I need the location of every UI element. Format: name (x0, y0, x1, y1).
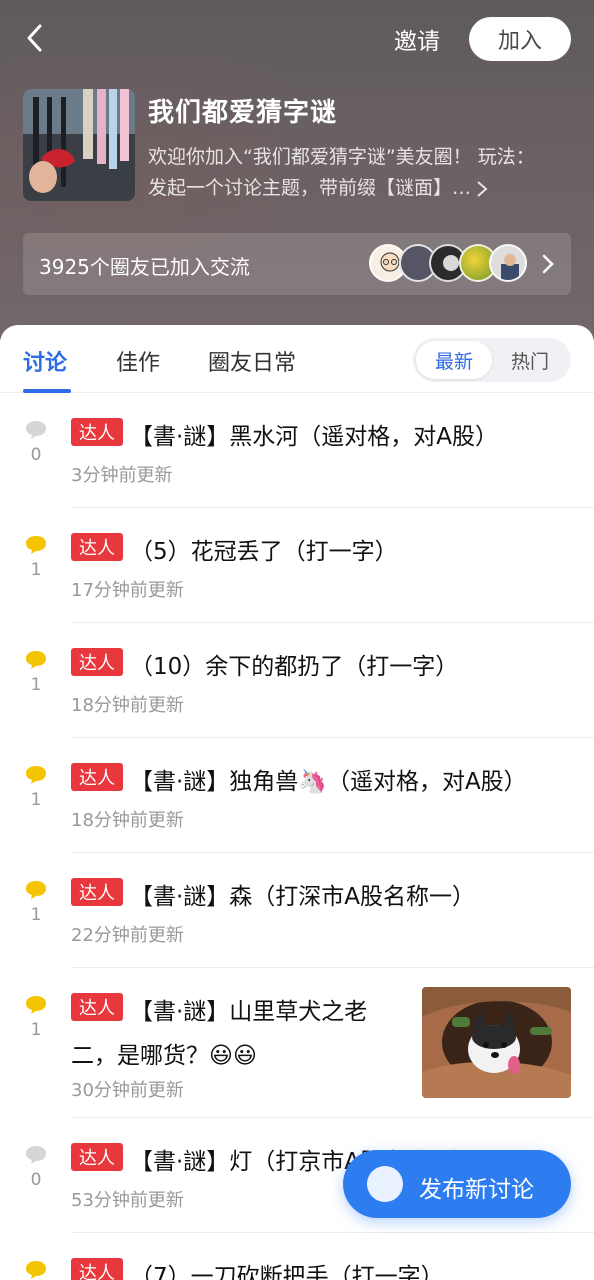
post-title[interactable]: （7）一刀砍断把手（打一字） (130, 1257, 444, 1280)
post-title[interactable]: 【書·謎】森（打深市A股名称一） (130, 877, 475, 911)
post-time: 53分钟前更新 (71, 1190, 184, 1211)
circle-cover-image (23, 89, 135, 201)
list-item[interactable]: 1 达人 （10）余下的都扔了（打一字） 18分钟前更新 (0, 623, 594, 738)
publish-discussion-button[interactable]: 发布新讨论 (343, 1150, 571, 1218)
post-title[interactable]: 【書·謎】黑水河（遥对格，对A股） (130, 417, 498, 451)
user-avatar-icon (367, 1166, 403, 1202)
tab-works[interactable]: 佳作 (116, 345, 160, 377)
comment-bubble-icon (26, 1146, 46, 1164)
comment-bubble-icon (26, 996, 46, 1014)
post-time: 18分钟前更新 (71, 695, 184, 716)
tab-daily[interactable]: 圈友日常 (208, 345, 296, 377)
expert-badge: 达人 (71, 878, 123, 906)
list-item[interactable]: 达人 （7）一刀砍断把手（打一字） (0, 1233, 594, 1280)
publish-discussion-label: 发布新讨论 (419, 1177, 534, 1203)
comment-bubble-icon (26, 651, 46, 669)
sort-hot-button[interactable]: 热门 (492, 341, 568, 379)
circle-title: 我们都爱猜字谜 (148, 98, 338, 128)
post-time: 18分钟前更新 (71, 810, 184, 831)
list-item[interactable]: 1 达人 （5）花冠丢了（打一字） 17分钟前更新 (0, 508, 594, 623)
list-item[interactable]: 1 达人 【書·謎】森（打深市A股名称一） 22分钟前更新 (0, 853, 594, 968)
tab-discussion[interactable]: 讨论 (23, 345, 67, 377)
list-item[interactable]: 1 达人 【書·謎】独角兽🦄（遥对格，对A股） 18分钟前更新 (0, 738, 594, 853)
content-sheet: 讨论 佳作 圈友日常 最新 热门 0 达人 【書·謎】黑水河（遥对格，对A股） … (0, 325, 594, 1280)
member-avatars (369, 244, 539, 282)
join-button[interactable]: 加入 (469, 17, 571, 61)
members-count-text: 3925个圈友已加入交流 (39, 255, 250, 279)
post-title[interactable]: （10）余下的都扔了（打一字） (130, 647, 458, 681)
comment-count: 1 (30, 560, 42, 580)
comment-count: 0 (30, 1170, 42, 1190)
comment-count: 1 (30, 675, 42, 695)
circle-desc-line2: 发起一个讨论主题，带前缀【谜面】… (148, 177, 472, 199)
tab-bar: 讨论 佳作 圈友日常 最新 热门 (0, 325, 594, 393)
invite-button[interactable]: 邀请 (394, 22, 440, 56)
comment-bubble-icon (26, 421, 46, 439)
expert-badge: 达人 (71, 993, 123, 1021)
post-time: 22分钟前更新 (71, 925, 184, 946)
post-title[interactable]: （5）花冠丢了（打一字） (130, 532, 398, 566)
post-title[interactable]: 【書·謎】山里草犬之老 (130, 992, 367, 1026)
post-time: 17分钟前更新 (71, 580, 184, 601)
expert-badge: 达人 (71, 648, 123, 676)
comment-count: 1 (30, 905, 42, 925)
avatar (489, 244, 527, 282)
post-time: 30分钟前更新 (71, 1080, 184, 1101)
chevron-right-icon (542, 254, 554, 274)
post-time: 3分钟前更新 (71, 465, 173, 486)
sort-latest-button[interactable]: 最新 (416, 341, 492, 379)
sort-toggle: 最新 热门 (413, 338, 571, 382)
post-title[interactable]: 【書·謎】独角兽🦄（遥对格，对A股） (130, 762, 527, 796)
comment-count: 0 (30, 445, 42, 465)
comment-bubble-icon (26, 881, 46, 899)
comment-bubble-icon (26, 766, 46, 784)
circle-description[interactable]: 欢迎你加入“我们都爱猜字谜”美友圈！ 玩法： 发起一个讨论主题，带前缀【谜面】… (148, 142, 568, 204)
expert-badge: 达人 (71, 1143, 123, 1171)
list-item[interactable]: 0 达人 【書·謎】黑水河（遥对格，对A股） 3分钟前更新 (0, 393, 594, 508)
list-item[interactable]: 1 达人 【書·謎】山里草犬之老 二，是哪货？😃😃 30分钟前更新 (0, 968, 594, 1118)
post-title-line2[interactable]: 二，是哪货？😃😃 (71, 1036, 257, 1070)
comment-bubble-icon (26, 1261, 46, 1279)
chevron-right-icon (477, 180, 488, 197)
expert-badge: 达人 (71, 418, 123, 446)
expert-badge: 达人 (71, 1258, 123, 1280)
comment-bubble-icon (26, 536, 46, 554)
post-thumbnail[interactable] (422, 987, 571, 1098)
circle-desc-line1: 欢迎你加入“我们都爱猜字谜”美友圈！ 玩法： (148, 146, 535, 168)
expert-badge: 达人 (71, 533, 123, 561)
circle-header: 邀请 加入 我们都爱猜字谜 欢迎你加入“我们都爱猜字谜”美友圈！ 玩法： 发起一… (0, 0, 594, 340)
members-bar[interactable]: 3925个圈友已加入交流 (23, 233, 571, 295)
back-arrow-icon[interactable] (18, 20, 54, 56)
comment-count: 1 (30, 790, 42, 810)
comment-count: 1 (30, 1020, 42, 1040)
expert-badge: 达人 (71, 763, 123, 791)
